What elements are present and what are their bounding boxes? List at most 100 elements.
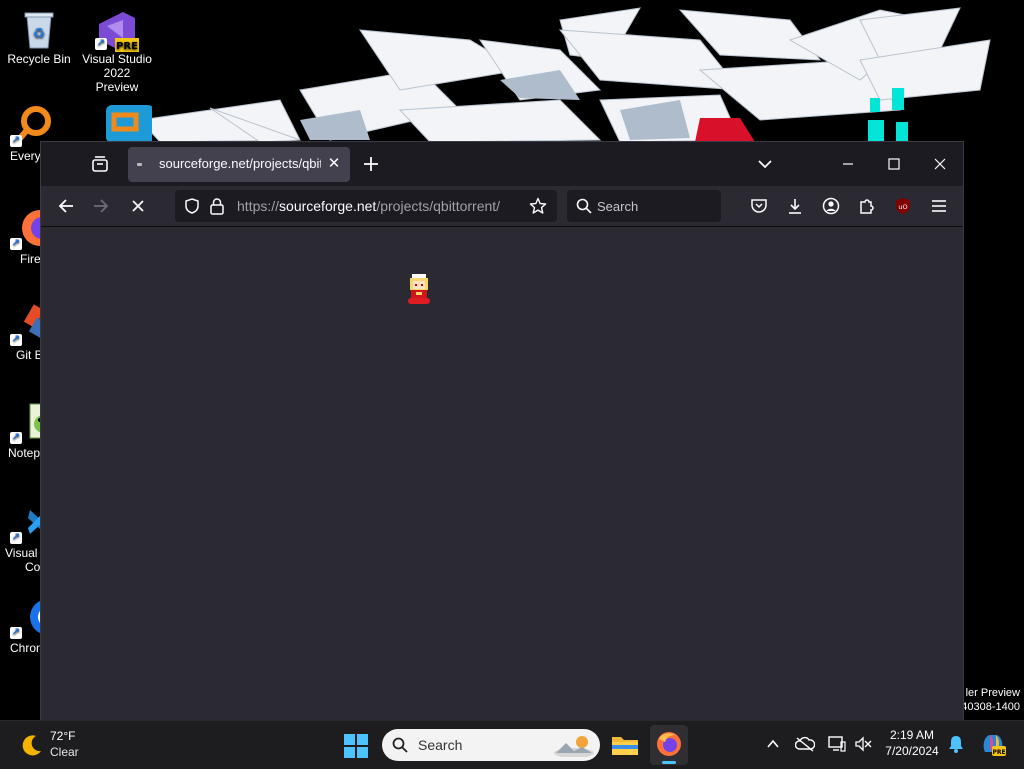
forward-button[interactable] [86,192,116,220]
desktop-icon-visual-studio-2022-preview[interactable]: PRE ↗ Visual Studio 2022 Preview [81,8,153,94]
desktop-icon-label-line2: 2022 Preview [95,66,139,94]
account-button[interactable] [816,192,846,220]
title-bar: sourceforge.net/projects/qbittorrent/ ✕ [41,142,963,186]
firefox-window: sourceforge.net/projects/qbittorrent/ ✕ [41,142,963,721]
weather-condition: Clear [50,745,79,759]
bell-icon [949,736,963,753]
desktop-icon-recycle-bin[interactable]: ♻ Recycle Bin [3,8,75,66]
taskbar-search-box[interactable]: Search [382,729,600,761]
minimize-icon [843,163,853,165]
firefox-view-button[interactable] [90,154,110,174]
stop-loading-button[interactable] [123,192,153,220]
taskbar-file-explorer[interactable] [610,731,640,759]
copilot-icon: PRE [983,735,1006,756]
taskbar-clock[interactable]: 2:19 AM 7/20/2024 [880,727,944,759]
list-all-tabs-button[interactable] [755,154,775,174]
onedrive-tray[interactable] [794,733,816,755]
weather-widget[interactable]: 72°F Clear [16,727,96,763]
taskbar: 72°F Clear Search 2:19 AM 7/20/2024 PRE [0,720,1024,769]
page-content[interactable] [41,227,963,721]
speaker-muted-icon [855,736,872,752]
shortcut-arrow-icon: ↗ [95,38,107,50]
url-host: sourceforge.net [279,198,377,214]
tab-close-icon[interactable]: ✕ [325,155,343,173]
tab-sourceforge[interactable]: sourceforge.net/projects/qbittorrent/ ✕ [128,147,350,182]
search-bar[interactable]: Search [567,190,721,222]
plus-icon [364,157,378,171]
back-button[interactable] [51,192,81,220]
clock-date: 7/20/2024 [885,744,939,758]
account-icon [822,197,840,215]
insider-build-watermark: ler Preview 40308-1400 [961,686,1020,714]
arrow-left-icon [58,199,73,213]
shortcut-arrow-icon: ↗ [10,334,22,346]
magnifier-icon: ↗ [10,105,52,147]
app-frame-icon [104,105,154,145]
chevron-up-icon [767,739,779,748]
network-tray[interactable] [826,733,848,755]
start-button[interactable] [343,733,369,759]
show-hidden-icons-button[interactable] [762,733,784,755]
svg-text:♻: ♻ [33,26,46,42]
downloads-button[interactable] [780,192,810,220]
url-text: https://sourceforge.net/projects/qbittor… [237,198,501,214]
minimize-button[interactable] [825,149,871,179]
folder-icon [612,737,638,755]
chevron-down-icon [758,160,772,169]
clock-time: 2:19 AM [889,728,935,742]
taskbar-search-placeholder: Search [418,737,463,753]
svg-text:PRE: PRE [992,749,1005,756]
shortcut-arrow-icon: ↗ [10,135,22,147]
tab-title: sourceforge.net/projects/qbittorrent/ [159,156,321,171]
url-path: /projects/qbittorrent/ [376,198,501,214]
cloud-offline-icon [795,736,815,752]
weather-temp: 72°F [50,729,76,743]
ublock-shield-icon: uO [896,198,910,214]
app-menu-button[interactable] [924,192,954,220]
search-highlight-icon [554,736,594,757]
desktop-icon-label: Recycle Bin [7,52,71,66]
bookmark-star-icon[interactable] [529,197,547,215]
notifications-button[interactable] [945,733,967,755]
shortcut-arrow-icon: ↗ [10,532,22,544]
address-bar[interactable]: https://sourceforge.net/projects/qbittor… [175,190,557,222]
arrow-right-icon [94,199,109,213]
close-window-button[interactable] [917,149,963,179]
watermark-line2: 40308-1400 [961,701,1020,713]
firefox-icon [657,732,681,756]
shield-icon [185,198,199,214]
lock-icon [210,198,224,215]
close-icon [132,200,144,212]
watermark-line1: ler Preview [965,687,1020,699]
search-icon [392,737,408,753]
close-icon [934,158,946,170]
search-placeholder: Search [597,199,639,214]
volume-tray[interactable] [852,733,874,755]
shortcut-arrow-icon: ↗ [10,238,22,250]
new-tab-button[interactable] [360,153,382,175]
page-loading-favicon-icon [137,163,142,166]
ublock-badge: uO [898,203,907,211]
pocket-icon [751,199,767,213]
mascot-sprite-icon [408,274,430,304]
ublock-origin-button[interactable]: uO [888,192,918,220]
recycle-bin-icon: ♻ [19,8,59,49]
pocket-button[interactable] [744,192,774,220]
moon-icon [22,735,41,756]
maximize-icon [888,158,900,170]
puzzle-icon [860,199,874,214]
copilot-button[interactable]: PRE [980,733,1006,756]
taskbar-firefox[interactable] [650,725,688,765]
network-monitor-icon [828,736,846,752]
firefox-view-icon [92,156,108,172]
maximize-button[interactable] [871,149,917,179]
shortcut-arrow-icon: ↗ [10,627,22,639]
windows-logo-icon [344,734,368,758]
active-indicator [662,761,676,764]
navigation-toolbar: https://sourceforge.net/projects/qbittor… [41,186,963,227]
download-icon [789,199,801,214]
search-icon [576,198,592,214]
hamburger-menu-icon [932,200,946,212]
shortcut-arrow-icon: ↗ [10,432,22,444]
extensions-button[interactable] [852,192,882,220]
